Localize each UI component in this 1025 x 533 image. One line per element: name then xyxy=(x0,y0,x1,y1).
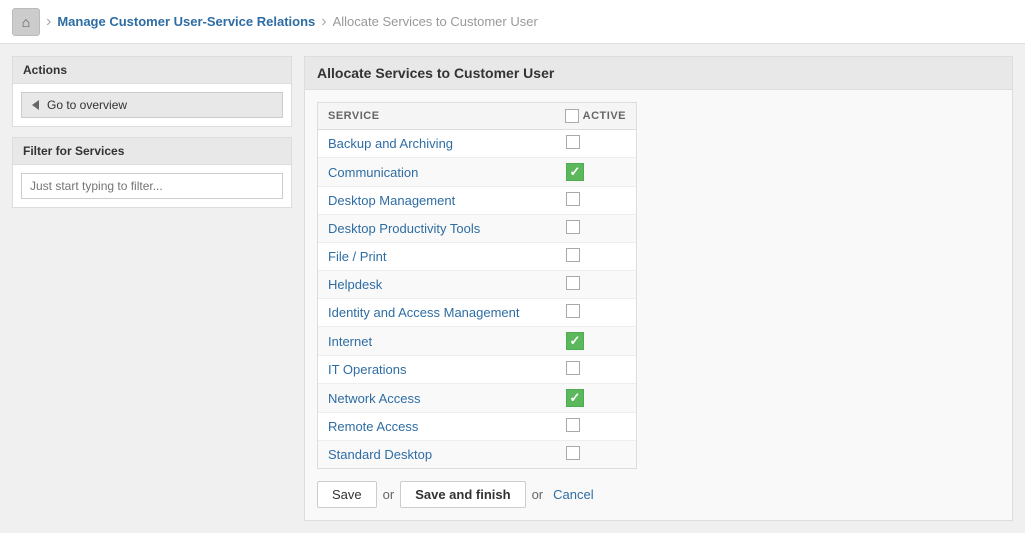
table-row: Desktop Management xyxy=(318,187,636,215)
checkbox-cell[interactable] xyxy=(566,135,626,152)
checkbox-unchecked-icon[interactable] xyxy=(566,446,580,460)
checkbox-cell[interactable]: ✓ xyxy=(566,332,626,350)
table-header: SERVICE ACTIVE xyxy=(318,103,636,130)
checkbox-unchecked-icon[interactable] xyxy=(566,276,580,290)
col-active-header: ACTIVE xyxy=(565,109,626,123)
actions-body: Go to overview xyxy=(13,84,291,126)
table-row: Standard Desktop xyxy=(318,441,636,468)
table-row: Helpdesk xyxy=(318,271,636,299)
top-nav: ⌂ › Manage Customer User-Service Relatio… xyxy=(0,0,1025,44)
filter-section: Filter for Services xyxy=(12,137,292,208)
checkbox-cell[interactable] xyxy=(566,418,626,435)
checkbox-unchecked-icon[interactable] xyxy=(566,418,580,432)
table-row: Network Access✓ xyxy=(318,384,636,413)
checkbox-checked-icon[interactable]: ✓ xyxy=(566,163,584,181)
table-row: File / Print xyxy=(318,243,636,271)
table-row: Remote Access xyxy=(318,413,636,441)
services-table: SERVICE ACTIVE Backup and Archiving Commu… xyxy=(317,102,637,469)
right-panel: Allocate Services to Customer User SERVI… xyxy=(304,56,1013,521)
save-button[interactable]: Save xyxy=(317,481,377,508)
service-name: Network Access xyxy=(328,391,566,406)
home-button[interactable]: ⌂ xyxy=(12,8,40,36)
service-name: Standard Desktop xyxy=(328,447,566,462)
action-row: Save or Save and finish or Cancel xyxy=(317,481,1000,508)
checkbox-checked-icon[interactable]: ✓ xyxy=(566,389,584,407)
main-content: Actions Go to overview Filter for Servic… xyxy=(0,44,1025,533)
checkbox-unchecked-icon[interactable] xyxy=(566,192,580,206)
breadcrumb-current-page: Allocate Services to Customer User xyxy=(333,14,538,29)
breadcrumb-link[interactable]: Manage Customer User-Service Relations xyxy=(57,14,315,29)
filter-input[interactable] xyxy=(21,173,283,199)
table-rows-container: Backup and ArchivingCommunication✓Deskto… xyxy=(318,130,636,468)
checkbox-unchecked-icon[interactable] xyxy=(566,135,580,149)
header-checkbox[interactable] xyxy=(565,109,579,123)
table-row: Internet✓ xyxy=(318,327,636,356)
table-row: IT Operations xyxy=(318,356,636,384)
actions-section: Actions Go to overview xyxy=(12,56,292,127)
service-name: Communication xyxy=(328,165,566,180)
checkbox-cell[interactable] xyxy=(566,304,626,321)
service-name: IT Operations xyxy=(328,362,566,377)
table-row: Identity and Access Management xyxy=(318,299,636,327)
or-text-2: or xyxy=(532,487,544,502)
checkbox-cell[interactable] xyxy=(566,248,626,265)
table-row: Backup and Archiving xyxy=(318,130,636,158)
checkbox-cell[interactable] xyxy=(566,361,626,378)
service-name: Internet xyxy=(328,334,566,349)
checkbox-unchecked-icon[interactable] xyxy=(566,220,580,234)
checkbox-cell[interactable] xyxy=(566,446,626,463)
sidebar: Actions Go to overview Filter for Servic… xyxy=(12,56,292,521)
go-to-overview-label: Go to overview xyxy=(47,98,127,112)
save-and-finish-button[interactable]: Save and finish xyxy=(400,481,525,508)
checkbox-checked-icon[interactable]: ✓ xyxy=(566,332,584,350)
table-row: Communication✓ xyxy=(318,158,636,187)
col-service-header: SERVICE xyxy=(328,110,565,122)
checkbox-cell[interactable]: ✓ xyxy=(566,163,626,181)
filter-title: Filter for Services xyxy=(13,138,291,165)
breadcrumb-separator-1: › xyxy=(46,13,51,31)
or-text-1: or xyxy=(383,487,395,502)
go-to-overview-button[interactable]: Go to overview xyxy=(21,92,283,118)
breadcrumb-separator-2: › xyxy=(321,13,326,31)
service-name: Desktop Productivity Tools xyxy=(328,221,566,236)
service-name: Backup and Archiving xyxy=(328,136,566,151)
checkbox-unchecked-icon[interactable] xyxy=(566,304,580,318)
actions-title: Actions xyxy=(13,57,291,84)
checkbox-unchecked-icon[interactable] xyxy=(566,248,580,262)
filter-body xyxy=(13,165,291,207)
service-name: Helpdesk xyxy=(328,277,566,292)
checkbox-cell[interactable] xyxy=(566,192,626,209)
home-icon: ⌂ xyxy=(22,14,30,30)
checkbox-cell[interactable]: ✓ xyxy=(566,389,626,407)
table-row: Desktop Productivity Tools xyxy=(318,215,636,243)
checkbox-cell[interactable] xyxy=(566,276,626,293)
col-active-label: ACTIVE xyxy=(583,110,626,122)
service-name: Identity and Access Management xyxy=(328,305,566,320)
panel-title: Allocate Services to Customer User xyxy=(305,57,1012,90)
checkbox-cell[interactable] xyxy=(566,220,626,237)
service-name: Remote Access xyxy=(328,419,566,434)
checkbox-unchecked-icon[interactable] xyxy=(566,361,580,375)
back-arrow-icon xyxy=(32,100,39,110)
cancel-button[interactable]: Cancel xyxy=(549,487,597,502)
panel-body: SERVICE ACTIVE Backup and Archiving Commu… xyxy=(305,90,1012,520)
service-name: File / Print xyxy=(328,249,566,264)
service-name: Desktop Management xyxy=(328,193,566,208)
